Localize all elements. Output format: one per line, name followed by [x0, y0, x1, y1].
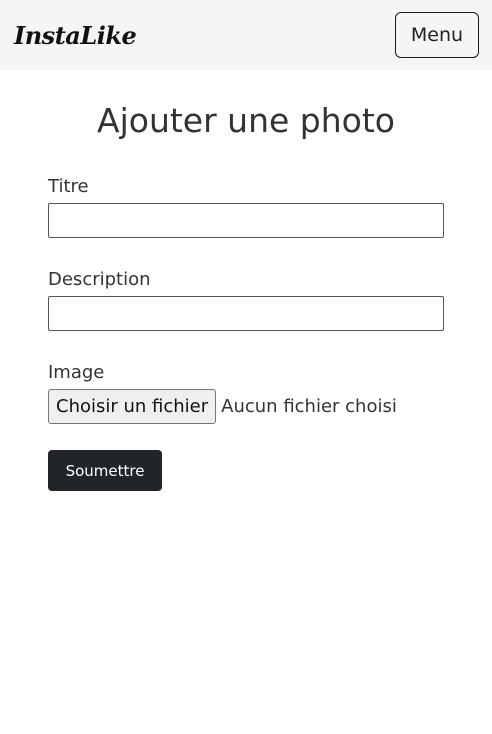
submit-button[interactable]: Soumettre — [48, 450, 162, 491]
image-group: Image Choisir un fichier Aucun fichier c… — [48, 361, 444, 424]
title-input[interactable] — [48, 203, 444, 238]
choose-file-button[interactable]: Choisir un fichier — [48, 389, 217, 424]
file-input[interactable]: Choisir un fichier Aucun fichier choisi — [48, 389, 444, 424]
description-group: Description — [48, 268, 444, 331]
image-label: Image — [48, 362, 105, 383]
file-status-text: Aucun fichier choisi — [221, 396, 397, 417]
menu-button[interactable]: Menu — [395, 12, 479, 58]
navbar: InstaLike Menu — [0, 0, 492, 70]
add-photo-form: Titre Description Image Choisir un fichi… — [48, 175, 444, 491]
description-label: Description — [48, 269, 151, 290]
description-input[interactable] — [48, 296, 444, 331]
title-group: Titre — [48, 175, 444, 238]
brand-logo[interactable]: InstaLike — [14, 21, 137, 50]
page-title: Ajouter une photo — [97, 101, 395, 140]
main-content: Ajouter une photo Titre Description Imag… — [0, 70, 492, 491]
title-label: Titre — [48, 176, 89, 197]
